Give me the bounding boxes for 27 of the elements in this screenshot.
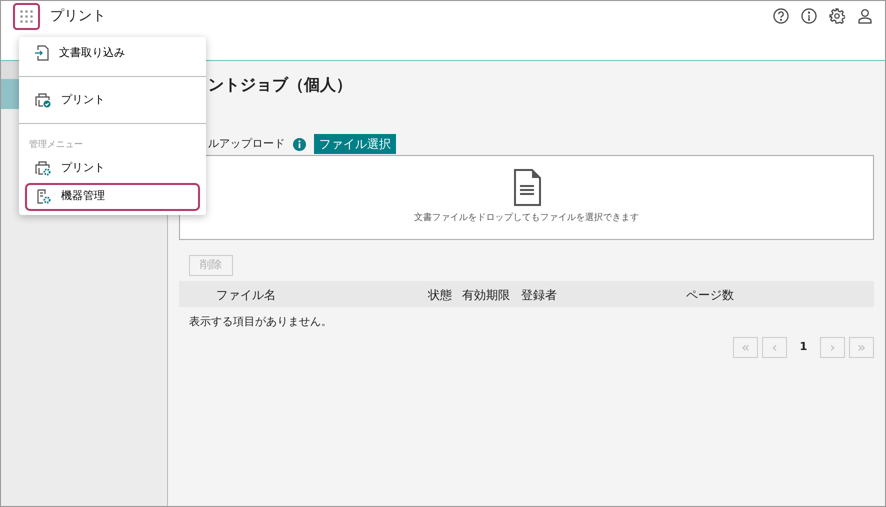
app-title: プリント: [50, 6, 106, 26]
menu-item[interactable]: 機器管理: [25, 182, 200, 210]
help-icon[interactable]: [773, 8, 789, 24]
printer-check-icon: [35, 92, 51, 108]
empty-message: 表示する項目がありません。: [188, 314, 333, 330]
settings-icon[interactable]: [829, 8, 845, 24]
drop-zone[interactable]: 文書ファイルをドロップしてもファイルを選択できます: [179, 155, 874, 240]
column-header: 有効期限: [462, 286, 510, 304]
column-header: 状態: [428, 286, 452, 304]
drop-hint: 文書ファイルをドロップしてもファイルを選択できます: [414, 212, 639, 226]
app-launcher-button[interactable]: [13, 2, 40, 30]
column-header: ファイル名: [216, 286, 276, 304]
menu-section-label: 管理メニュー: [28, 138, 84, 152]
info-icon[interactable]: [293, 138, 306, 150]
grid-icon: [19, 8, 34, 24]
column-header: ページ数: [686, 286, 734, 304]
upload-label: ルアップロード: [208, 136, 285, 152]
document-icon: [512, 169, 540, 206]
document-arrow-icon: [35, 45, 49, 61]
current-page: 1: [798, 339, 808, 356]
column-header: 登録者: [521, 286, 557, 304]
device-gear-icon: [35, 189, 51, 204]
printer-gear-icon: [35, 161, 51, 176]
page-title: ントジョブ（個人）: [207, 75, 353, 96]
file-select-button[interactable]: ファイル選択: [314, 134, 396, 154]
user-icon[interactable]: [857, 8, 873, 24]
info-icon[interactable]: [801, 8, 817, 24]
